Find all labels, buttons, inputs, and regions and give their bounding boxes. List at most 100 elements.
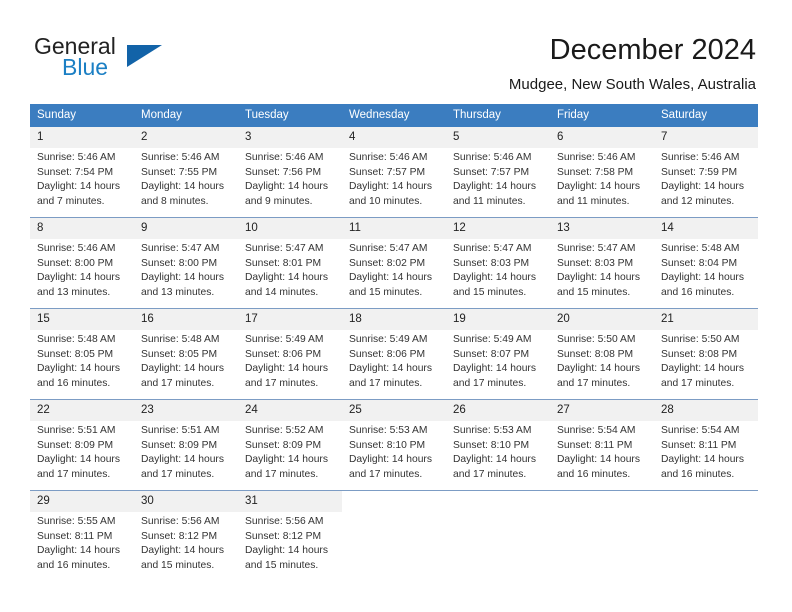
- day-details: Sunrise: 5:46 AM Sunset: 7:55 PM Daylight:…: [134, 148, 238, 209]
- calendar-day-cell[interactable]: 19 Sunrise: 5:49 AM Sunset: 8:07 PM Dayligh…: [446, 308, 550, 400]
- sunset-text: Sunset: 8:03 PM: [557, 257, 634, 269]
- daylight-text: Daylight: 14 hours and 16 minutes.: [37, 363, 120, 389]
- calendar-day-cell[interactable]: 27 Sunrise: 5:54 AM Sunset: 8:11 PM Dayligh…: [550, 399, 654, 491]
- day-cell: 12 Sunrise: 5:47 AM Sunset: 8:03 PM Dayligh…: [446, 218, 550, 307]
- day-number: 20: [550, 309, 654, 330]
- calendar-day-cell[interactable]: 31 Sunrise: 5:56 AM Sunset: 8:12 PM Dayligh…: [238, 490, 342, 581]
- sunrise-text: Sunrise: 5:46 AM: [245, 152, 324, 163]
- page-header: General Blue December 2024 Mudgee, New S…: [0, 0, 792, 100]
- calendar-body: 1 Sunrise: 5:46 AM Sunset: 7:54 PM Daylight…: [30, 127, 758, 581]
- calendar-day-cell[interactable]: 22 Sunrise: 5:51 AM Sunset: 8:09 PM Dayligh…: [30, 399, 134, 491]
- calendar-day-cell[interactable]: 4 Sunrise: 5:46 AM Sunset: 7:57 PM Daylight…: [342, 127, 446, 218]
- day-number: 26: [446, 400, 550, 421]
- day-details: Sunrise: 5:51 AM Sunset: 8:09 PM Daylight:…: [134, 421, 238, 482]
- calendar-day-cell[interactable]: 11 Sunrise: 5:47 AM Sunset: 8:02 PM Dayligh…: [342, 217, 446, 309]
- sunset-text: Sunset: 8:06 PM: [349, 348, 426, 360]
- day-cell: 27 Sunrise: 5:54 AM Sunset: 8:11 PM Dayligh…: [550, 400, 654, 489]
- calendar-day-cell[interactable]: 24 Sunrise: 5:52 AM Sunset: 8:09 PM Dayligh…: [238, 399, 342, 491]
- sunrise-text: Sunrise: 5:47 AM: [349, 243, 428, 254]
- day-details: Sunrise: 5:47 AM Sunset: 8:00 PM Daylight:…: [134, 239, 238, 300]
- sunset-text: Sunset: 8:05 PM: [141, 348, 218, 360]
- day-details: Sunrise: 5:56 AM Sunset: 8:12 PM Daylight:…: [134, 512, 238, 573]
- day-cell: 9 Sunrise: 5:47 AM Sunset: 8:00 PM Daylight…: [134, 218, 238, 307]
- day-details: Sunrise: 5:46 AM Sunset: 7:56 PM Daylight:…: [238, 148, 342, 209]
- calendar-week-row: 1 Sunrise: 5:46 AM Sunset: 7:54 PM Daylight…: [30, 127, 758, 218]
- daylight-text: Daylight: 14 hours and 15 minutes.: [245, 545, 328, 571]
- calendar-day-cell[interactable]: 6 Sunrise: 5:46 AM Sunset: 7:58 PM Daylight…: [550, 127, 654, 218]
- day-details: Sunrise: 5:46 AM Sunset: 7:54 PM Daylight:…: [30, 148, 134, 209]
- daylight-text: Daylight: 14 hours and 11 minutes.: [453, 181, 536, 207]
- sunset-text: Sunset: 8:11 PM: [37, 530, 113, 542]
- day-cell: 8 Sunrise: 5:46 AM Sunset: 8:00 PM Daylight…: [30, 218, 134, 307]
- calendar-day-cell[interactable]: 17 Sunrise: 5:49 AM Sunset: 8:06 PM Dayligh…: [238, 308, 342, 400]
- sunset-text: Sunset: 8:06 PM: [245, 348, 322, 360]
- sunset-text: Sunset: 8:03 PM: [453, 257, 530, 269]
- sunset-text: Sunset: 7:57 PM: [349, 166, 426, 178]
- day-cell: 26 Sunrise: 5:53 AM Sunset: 8:10 PM Dayligh…: [446, 400, 550, 489]
- daylight-text: Daylight: 14 hours and 17 minutes.: [245, 363, 328, 389]
- calendar-day-cell[interactable]: 21 Sunrise: 5:50 AM Sunset: 8:08 PM Dayligh…: [654, 308, 758, 400]
- day-number: 14: [654, 218, 758, 239]
- calendar-day-cell[interactable]: 25 Sunrise: 5:53 AM Sunset: 8:10 PM Dayligh…: [342, 399, 446, 491]
- sunrise-text: Sunrise: 5:48 AM: [141, 334, 220, 345]
- calendar-day-cell[interactable]: 15 Sunrise: 5:48 AM Sunset: 8:05 PM Dayligh…: [30, 308, 134, 400]
- day-cell: 11 Sunrise: 5:47 AM Sunset: 8:02 PM Dayligh…: [342, 218, 446, 307]
- calendar-day-cell[interactable]: 26 Sunrise: 5:53 AM Sunset: 8:10 PM Dayligh…: [446, 399, 550, 491]
- sunset-text: Sunset: 8:08 PM: [661, 348, 738, 360]
- calendar-day-cell[interactable]: 28 Sunrise: 5:54 AM Sunset: 8:11 PM Dayligh…: [654, 399, 758, 491]
- day-details: Sunrise: 5:46 AM Sunset: 7:59 PM Daylight:…: [654, 148, 758, 209]
- calendar-day-cell[interactable]: 29 Sunrise: 5:55 AM Sunset: 8:11 PM Dayligh…: [30, 490, 134, 581]
- calendar-day-cell[interactable]: 13 Sunrise: 5:47 AM Sunset: 8:03 PM Dayligh…: [550, 217, 654, 309]
- sunset-text: Sunset: 8:11 PM: [557, 439, 633, 451]
- sunset-text: Sunset: 8:00 PM: [37, 257, 114, 269]
- day-number: 24: [238, 400, 342, 421]
- day-number: 18: [342, 309, 446, 330]
- day-details: Sunrise: 5:49 AM Sunset: 8:06 PM Daylight:…: [342, 330, 446, 391]
- sunset-text: Sunset: 8:08 PM: [557, 348, 634, 360]
- day-number: 23: [134, 400, 238, 421]
- calendar-day-cell[interactable]: 18 Sunrise: 5:49 AM Sunset: 8:06 PM Dayligh…: [342, 308, 446, 400]
- sunrise-text: Sunrise: 5:53 AM: [349, 425, 428, 436]
- day-number: 28: [654, 400, 758, 421]
- calendar-day-cell[interactable]: 1 Sunrise: 5:46 AM Sunset: 7:54 PM Daylight…: [30, 127, 134, 218]
- calendar-day-cell[interactable]: 10 Sunrise: 5:47 AM Sunset: 8:01 PM Dayligh…: [238, 217, 342, 309]
- day-cell: 18 Sunrise: 5:49 AM Sunset: 8:06 PM Dayligh…: [342, 309, 446, 398]
- day-number: 11: [342, 218, 446, 239]
- day-number: 4: [342, 127, 446, 148]
- calendar-day-cell[interactable]: 8 Sunrise: 5:46 AM Sunset: 8:00 PM Daylight…: [30, 217, 134, 309]
- day-details: [342, 512, 446, 515]
- calendar-day-cell[interactable]: 23 Sunrise: 5:51 AM Sunset: 8:09 PM Dayligh…: [134, 399, 238, 491]
- day-number: 16: [134, 309, 238, 330]
- calendar-day-cell[interactable]: 9 Sunrise: 5:47 AM Sunset: 8:00 PM Daylight…: [134, 217, 238, 309]
- calendar-day-cell[interactable]: 14 Sunrise: 5:48 AM Sunset: 8:04 PM Dayligh…: [654, 217, 758, 309]
- weekday-header-saturday: Saturday: [654, 104, 758, 127]
- sunrise-text: Sunrise: 5:50 AM: [661, 334, 740, 345]
- calendar-day-cell[interactable]: 16 Sunrise: 5:48 AM Sunset: 8:05 PM Dayligh…: [134, 308, 238, 400]
- day-number: 7: [654, 127, 758, 148]
- day-cell: 31 Sunrise: 5:56 AM Sunset: 8:12 PM Dayligh…: [238, 491, 342, 580]
- calendar-day-cell[interactable]: 20 Sunrise: 5:50 AM Sunset: 8:08 PM Dayligh…: [550, 308, 654, 400]
- calendar-day-cell[interactable]: 2 Sunrise: 5:46 AM Sunset: 7:55 PM Daylight…: [134, 127, 238, 218]
- calendar-day-cell[interactable]: 3 Sunrise: 5:46 AM Sunset: 7:56 PM Daylight…: [238, 127, 342, 218]
- sunset-text: Sunset: 8:04 PM: [661, 257, 738, 269]
- calendar-day-cell[interactable]: 30 Sunrise: 5:56 AM Sunset: 8:12 PM Dayligh…: [134, 490, 238, 581]
- day-details: Sunrise: 5:54 AM Sunset: 8:11 PM Daylight:…: [654, 421, 758, 482]
- daylight-text: Daylight: 14 hours and 13 minutes.: [141, 272, 224, 298]
- calendar-day-cell[interactable]: 12 Sunrise: 5:47 AM Sunset: 8:03 PM Dayligh…: [446, 217, 550, 309]
- general-blue-logo[interactable]: General Blue: [34, 34, 224, 90]
- day-number: 15: [30, 309, 134, 330]
- calendar-day-cell[interactable]: 7 Sunrise: 5:46 AM Sunset: 7:59 PM Daylight…: [654, 127, 758, 218]
- daylight-text: Daylight: 14 hours and 17 minutes.: [37, 454, 120, 480]
- day-cell: 25 Sunrise: 5:53 AM Sunset: 8:10 PM Dayligh…: [342, 400, 446, 489]
- day-details: Sunrise: 5:46 AM Sunset: 7:57 PM Daylight:…: [342, 148, 446, 209]
- sunset-text: Sunset: 7:55 PM: [141, 166, 218, 178]
- sunset-text: Sunset: 8:07 PM: [453, 348, 530, 360]
- calendar-day-cell[interactable]: 5 Sunrise: 5:46 AM Sunset: 7:57 PM Daylight…: [446, 127, 550, 218]
- day-number: [654, 491, 758, 512]
- day-details: Sunrise: 5:51 AM Sunset: 8:09 PM Daylight:…: [30, 421, 134, 482]
- daylight-text: Daylight: 14 hours and 17 minutes.: [141, 454, 224, 480]
- day-details: Sunrise: 5:48 AM Sunset: 8:05 PM Daylight:…: [134, 330, 238, 391]
- daylight-text: Daylight: 14 hours and 12 minutes.: [661, 181, 744, 207]
- day-number: 8: [30, 218, 134, 239]
- daylight-text: Daylight: 14 hours and 15 minutes.: [349, 272, 432, 298]
